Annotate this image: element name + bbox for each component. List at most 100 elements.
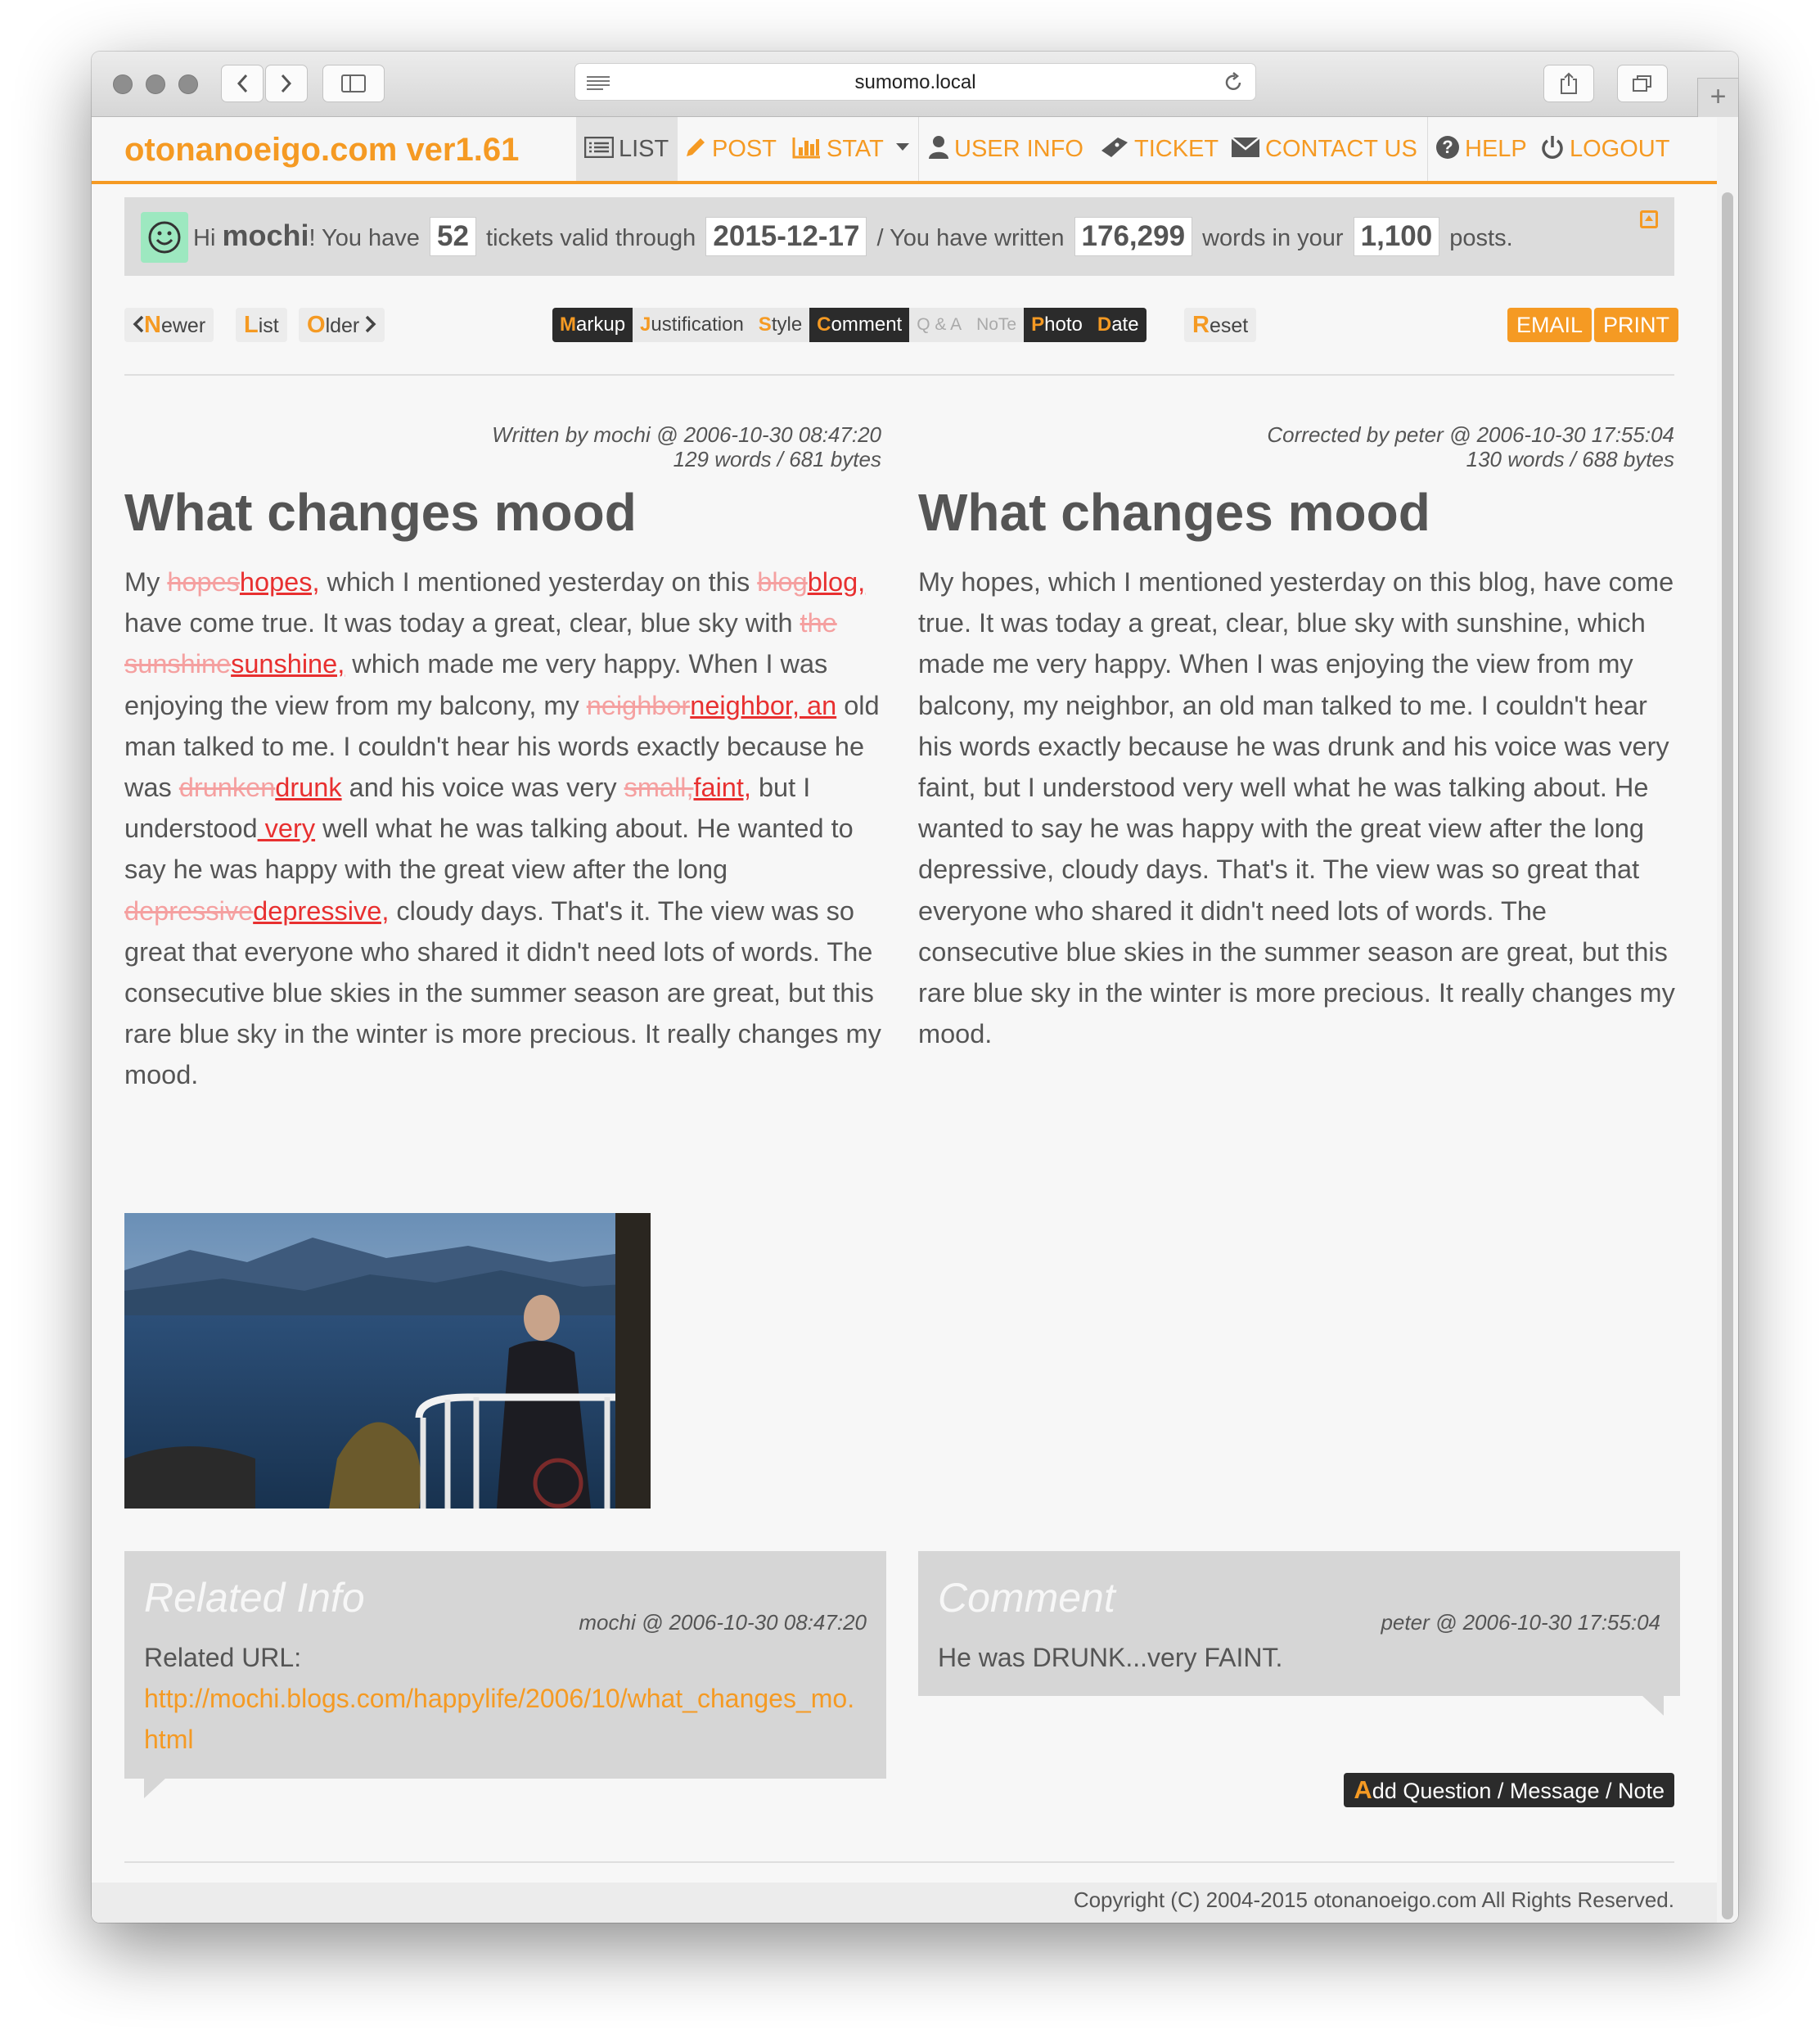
list-button[interactable]: List — [236, 308, 287, 342]
page-footer: Copyright (C) 2004-2015 otonanoeigo.com … — [92, 1883, 1717, 1923]
close-window-button[interactable] — [113, 74, 133, 94]
nav-stat[interactable]: STAT — [792, 117, 914, 181]
ticket-count: 52 — [430, 217, 476, 256]
nav-contact-us[interactable]: CONTACT US — [1231, 117, 1417, 181]
nav-ticket[interactable]: TICKET — [1100, 117, 1219, 181]
scrollbar[interactable] — [1717, 117, 1738, 1923]
back-button[interactable] — [221, 65, 264, 102]
deleted-text: depressive — [124, 895, 254, 926]
chevron-left-icon — [133, 316, 144, 333]
address-bar[interactable]: sumomo.local — [574, 63, 1256, 101]
email-button[interactable]: EMAIL — [1507, 308, 1592, 342]
nav-user-info[interactable]: USER INFO — [928, 117, 1083, 181]
speech-tail — [1642, 1696, 1664, 1716]
deleted-text: small, — [624, 773, 694, 803]
tabs-button[interactable] — [1617, 65, 1668, 102]
comment-toggle[interactable]: Comment — [809, 308, 910, 342]
add-question-button[interactable]: Add Question / Message / Note — [1344, 1773, 1674, 1807]
reset-button[interactable]: Reset — [1184, 308, 1257, 342]
minimize-window-button[interactable] — [146, 74, 165, 94]
site-navbar: otonanoeigo.com ver1.61 LIST POST STAT U… — [92, 117, 1717, 184]
site-brand[interactable]: otonanoeigo.com ver1.61 — [124, 132, 519, 169]
sidebar-button[interactable] — [322, 65, 385, 102]
inserted-text: hopes, — [239, 567, 320, 597]
deleted-text: blog — [757, 567, 808, 597]
original-body: My hopeshopes, which I mentioned yesterd… — [124, 567, 881, 1090]
inserted-text: sunshine, — [231, 649, 345, 679]
original-meta: Written by mochi @ 2006-10-30 08:47:20 1… — [492, 422, 881, 471]
qa-toggle[interactable]: Q & A — [909, 308, 970, 342]
browser-window: sumomo.local + otonanoeigo.com ver1.61 L… — [92, 52, 1738, 1923]
corrected-meta: Corrected by peter @ 2006-10-30 17:55:04… — [1267, 422, 1674, 471]
related-info-title: Related Info — [144, 1575, 365, 1621]
user-name: mochi — [222, 219, 309, 252]
user-icon — [929, 136, 948, 160]
power-icon — [1542, 136, 1563, 160]
comment-text: He was DRUNK...very FAINT. — [938, 1643, 1283, 1672]
nav-logout[interactable]: LOGOUT — [1540, 117, 1669, 181]
chevron-left-icon — [237, 74, 248, 93]
post-photo[interactable] — [124, 1213, 651, 1509]
bar-chart-icon — [792, 138, 820, 159]
new-tab-button[interactable]: + — [1697, 78, 1738, 117]
view-options: Markup Justification Style Comment Q & A… — [552, 308, 1147, 342]
reader-icon — [587, 76, 610, 90]
post-count: 1,100 — [1353, 217, 1440, 256]
comment-box: Comment peter @ 2006-10-30 17:55:04 He w… — [918, 1551, 1680, 1696]
comment-title: Comment — [938, 1575, 1115, 1621]
older-button[interactable]: Older — [299, 308, 385, 342]
list-icon — [583, 137, 615, 159]
markup-toggle[interactable]: Markup — [552, 308, 633, 342]
related-url-label: Related URL: — [144, 1643, 302, 1672]
user-summary-bar: Hi mochi! You have 52 tickets valid thro… — [124, 197, 1674, 276]
original-title: What changes mood — [124, 483, 637, 542]
date-toggle[interactable]: Date — [1089, 308, 1147, 342]
deleted-text: neighbor — [586, 690, 691, 720]
collapse-icon[interactable] — [1640, 210, 1658, 228]
inserted-text: drunk — [275, 773, 342, 803]
nav-post[interactable]: POST — [684, 117, 777, 181]
pencil-icon — [687, 138, 705, 157]
corrected-title: What changes mood — [918, 483, 1430, 542]
deleted-text: hopes — [167, 567, 240, 597]
related-info-author: mochi @ 2006-10-30 08:47:20 — [579, 1610, 867, 1635]
tabs-icon — [1633, 75, 1651, 92]
inserted-text: very — [257, 814, 316, 844]
inserted-text: neighbor, an — [690, 690, 837, 720]
share-button[interactable] — [1543, 65, 1594, 102]
photo-toggle[interactable]: Photo — [1024, 308, 1090, 342]
nav-help[interactable]: ? HELP — [1435, 117, 1527, 181]
zoom-window-button[interactable] — [178, 74, 198, 94]
nav-list[interactable]: LIST — [576, 117, 678, 181]
forward-button[interactable] — [265, 65, 308, 102]
scrollbar-thumb[interactable] — [1722, 192, 1733, 1919]
nav-divider — [1427, 117, 1428, 181]
print-button[interactable]: PRINT — [1594, 308, 1678, 342]
newer-button[interactable]: Newer — [124, 308, 214, 342]
chevron-right-icon — [365, 316, 376, 333]
style-toggle[interactable]: Style — [750, 308, 810, 342]
envelope-icon — [1231, 137, 1260, 158]
related-url-link[interactable]: http://mochi.blogs.com/happylife/2006/10… — [144, 1678, 864, 1760]
valid-through-date: 2015-12-17 — [705, 217, 867, 256]
svg-text:?: ? — [1442, 137, 1453, 157]
deleted-text: drunken — [178, 773, 276, 803]
help-icon: ? — [1436, 136, 1459, 160]
ticket-icon — [1101, 138, 1128, 158]
web-page: otonanoeigo.com ver1.61 LIST POST STAT U… — [92, 117, 1717, 1923]
share-icon — [1561, 72, 1577, 94]
copyright-text: Copyright (C) 2004-2015 otonanoeigo.com … — [1073, 1887, 1674, 1912]
comment-author: peter @ 2006-10-30 17:55:04 — [1381, 1610, 1660, 1635]
chevron-right-icon — [281, 74, 292, 93]
divider — [124, 374, 1674, 376]
inserted-text: blog, — [807, 567, 866, 597]
note-toggle[interactable]: NoTe — [969, 308, 1025, 342]
related-info-box: Related Info mochi @ 2006-10-30 08:47:20… — [124, 1551, 886, 1779]
nav-divider — [918, 117, 919, 181]
reload-icon[interactable] — [1223, 72, 1244, 93]
summary-text: Hi mochi! You have 52 tickets valid thro… — [193, 215, 1513, 259]
justification-toggle[interactable]: Justification — [633, 308, 751, 342]
title-bar: sumomo.local + — [92, 52, 1738, 117]
url-text: sumomo.local — [854, 71, 976, 93]
smiley-icon — [141, 212, 188, 263]
